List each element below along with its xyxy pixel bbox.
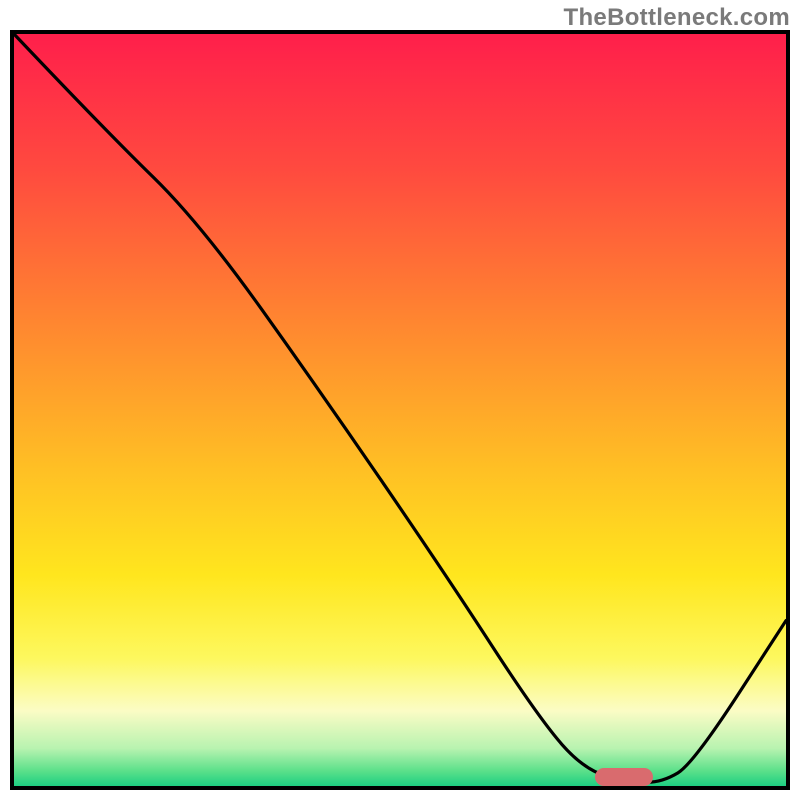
chart-container: TheBottleneck.com	[0, 0, 800, 800]
watermark-label: TheBottleneck.com	[564, 4, 790, 32]
plot-area	[10, 30, 790, 790]
bottleneck-curve	[14, 34, 786, 786]
optimal-marker	[595, 768, 653, 786]
